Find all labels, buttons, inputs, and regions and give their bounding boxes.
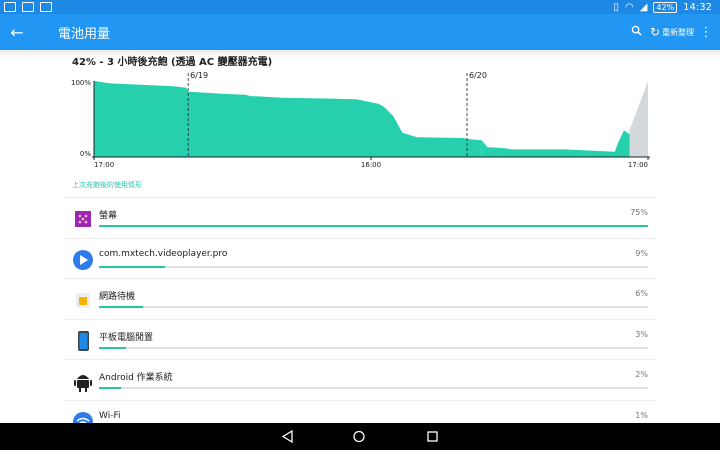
usage-bar-fill (99, 306, 143, 308)
usage-percent: 6% (635, 289, 648, 298)
usage-percent: 3% (635, 329, 648, 339)
battery-history-chart: 6/19 6/20100%0%17:00 16:00 17:00 (71, 71, 650, 169)
usage-bar-fill (99, 225, 648, 227)
usage-app-name: 網路待機 (99, 292, 136, 302)
usage-bar-track (99, 265, 648, 268)
screen-brightness-icon (72, 208, 94, 230)
usage-row[interactable]: Android 作業系統 2% (64, 359, 656, 400)
home-nav-icon[interactable] (353, 430, 365, 443)
usage-bar-track (99, 387, 648, 389)
usage-app-name: 平板電腦閒置 (99, 332, 154, 343)
section-title: 上次充飽後的使用情形 (72, 181, 142, 189)
usage-bar-track (99, 306, 648, 308)
usage-app-name: com.mxtech.videoplayer.pro (99, 248, 228, 259)
usage-app-name: Android 作業系統 (99, 373, 173, 383)
usage-app-name: Wi-Fi (99, 410, 121, 421)
play-icon (72, 249, 94, 271)
usage-bar-track (99, 225, 648, 227)
battery-level-area (94, 81, 482, 157)
usage-percent: 9% (635, 248, 648, 258)
y-tick-label: 100% (71, 79, 91, 87)
usage-percent: 2% (635, 370, 648, 379)
usage-bar-fill (99, 387, 121, 389)
x-tick-label: 17:00 (94, 161, 114, 169)
usage-row[interactable]: 網路待機 6% (64, 278, 656, 319)
usage-row[interactable]: 螢幕 75% (64, 197, 656, 238)
day-marker-label: 6/19 (190, 71, 208, 80)
recents-nav-icon[interactable] (427, 431, 438, 442)
sim-card-icon (72, 289, 94, 311)
usage-percent: 75% (630, 208, 648, 217)
x-tick-label: 17:00 (628, 161, 648, 169)
usage-row[interactable]: 平板電腦閒置 3% (64, 318, 656, 360)
usage-bar-track (99, 346, 648, 349)
usage-bar-fill (99, 265, 165, 268)
usage-row[interactable]: com.mxtech.videoplayer.pro 9% (64, 237, 656, 279)
y-tick-label: 0% (80, 150, 91, 158)
day-marker-label: 6/20 (469, 71, 487, 80)
usage-bar-fill (99, 346, 127, 349)
tablet-icon (72, 330, 94, 352)
usage-app-name: 螢幕 (99, 211, 118, 221)
x-tick-label: 16:00 (361, 161, 381, 169)
navigation-bar (0, 423, 720, 450)
prediction-area (629, 81, 648, 157)
back-nav-icon[interactable] (281, 429, 293, 444)
battery-level-area (481, 130, 630, 157)
android-icon (72, 370, 94, 392)
usage-percent: 1% (635, 410, 648, 420)
